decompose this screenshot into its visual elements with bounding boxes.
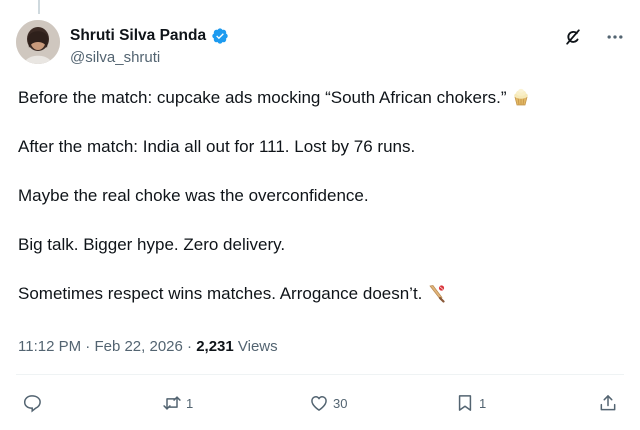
tweet-paragraph-text: Big talk. Bigger hype. Zero delivery. (18, 235, 286, 254)
tweet-paragraph-text: Before the match: cupcake ads mocking “S… (18, 88, 507, 107)
cupcake-icon (511, 87, 531, 107)
tweet-paragraph: Before the match: cupcake ads mocking “S… (18, 86, 618, 110)
repost-icon (163, 396, 181, 410)
more-icon[interactable] (604, 26, 626, 48)
tweet-time[interactable]: 11:12 PM (18, 338, 81, 355)
views-label: Views (233, 338, 278, 355)
grok-icon[interactable] (562, 26, 584, 48)
share-button[interactable] (598, 388, 618, 418)
like-button[interactable]: 30 (309, 388, 347, 418)
action-bar: 1 30 1 (0, 388, 640, 418)
tweet-paragraph-text: Sometimes respect wins matches. Arroganc… (18, 284, 423, 303)
reply-button[interactable] (22, 388, 46, 418)
tweet-paragraph: Sometimes respect wins matches. Arroganc… (18, 282, 618, 306)
like-count: 30 (333, 395, 348, 411)
verified-badge-icon (211, 27, 229, 45)
tweet-paragraph: After the match: India all out for 111. … (18, 135, 618, 159)
tweet-meta: 11:12 PM · Feb 22, 2026 · 2,231 Views (18, 338, 278, 355)
tweet-date[interactable]: Feb 22, 2026 (94, 338, 182, 355)
like-icon (311, 396, 327, 411)
avatar[interactable] (16, 20, 60, 64)
name-row: Shruti Silva Panda (70, 26, 229, 46)
thread-line (38, 0, 40, 14)
tweet-paragraph-text: Maybe the real choke was the overconfide… (18, 186, 369, 205)
tweet-paragraph: Big talk. Bigger hype. Zero delivery. (18, 233, 618, 257)
cricket-bat-icon (426, 283, 446, 303)
bookmark-button[interactable]: 1 (455, 388, 486, 418)
meta-separator: · (182, 338, 197, 355)
user-handle[interactable]: @silva_shruti (70, 49, 229, 66)
tweet-paragraph-text: After the match: India all out for 111. … (18, 137, 416, 156)
tweet-card: Shruti Silva Panda @silva_shruti Before … (0, 0, 640, 430)
divider (16, 374, 624, 375)
share-icon (600, 395, 616, 411)
bookmark-icon (458, 395, 472, 411)
meta-separator: · (81, 338, 95, 355)
top-actions (562, 26, 626, 48)
tweet-paragraph: Maybe the real choke was the overconfide… (18, 184, 618, 208)
tweet-text: Before the match: cupcake ads mocking “S… (18, 86, 618, 331)
repost-button[interactable]: 1 (162, 388, 193, 418)
reply-icon (23, 395, 41, 413)
author-block: Shruti Silva Panda @silva_shruti (70, 26, 229, 66)
views-count[interactable]: 2,231 (196, 338, 234, 355)
bookmark-count: 1 (479, 395, 487, 411)
repost-count: 1 (186, 395, 194, 411)
display-name[interactable]: Shruti Silva Panda (70, 27, 206, 45)
